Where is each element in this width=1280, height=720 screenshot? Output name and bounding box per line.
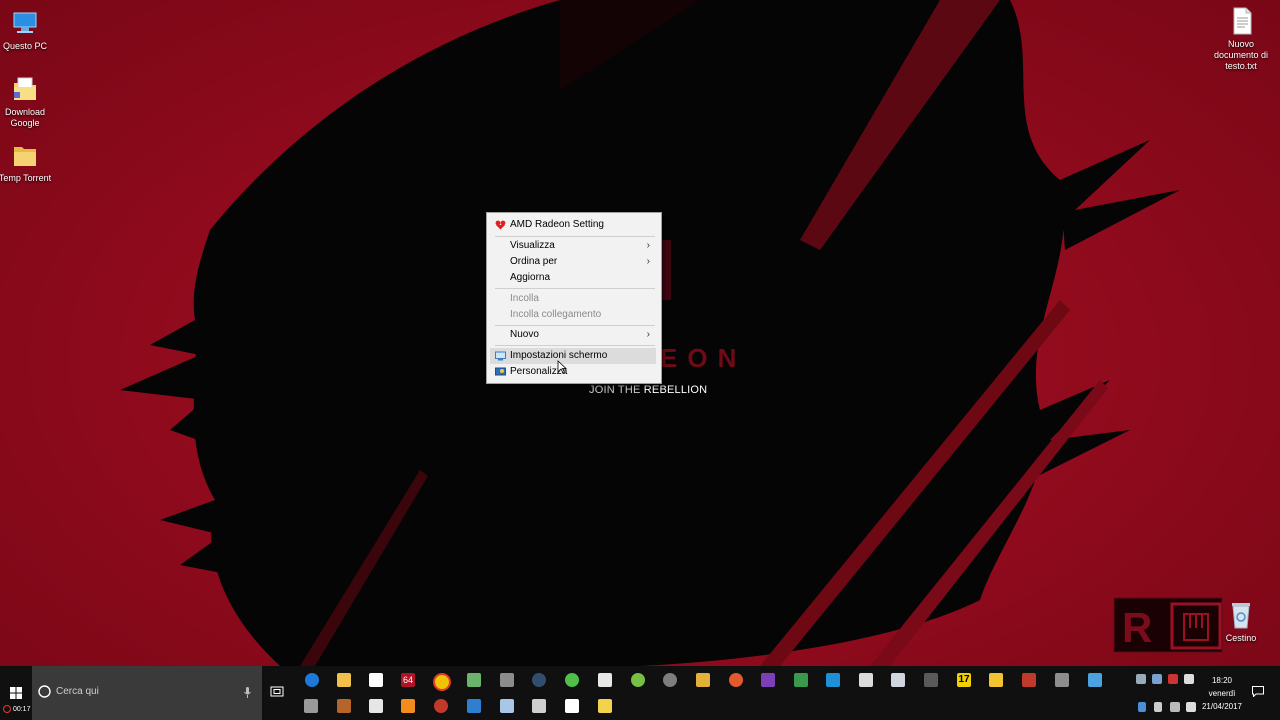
text-file-icon bbox=[1226, 6, 1256, 36]
app-icon[interactable] bbox=[761, 673, 775, 687]
tray-app-icon[interactable] bbox=[1136, 674, 1146, 684]
tray-app-icon[interactable] bbox=[1168, 674, 1178, 684]
app-icon[interactable] bbox=[337, 699, 351, 713]
action-center-icon[interactable] bbox=[1252, 686, 1264, 697]
personalize-icon bbox=[495, 367, 506, 377]
app-icon[interactable] bbox=[500, 673, 514, 687]
display-icon bbox=[495, 351, 506, 361]
desktop-icon-download-google[interactable]: Download Google bbox=[0, 74, 56, 129]
wallpaper-tagline-main: REBELLION bbox=[643, 384, 708, 396]
tray-app-icon[interactable] bbox=[1152, 674, 1162, 684]
aida64-icon[interactable]: 64 bbox=[401, 673, 415, 687]
menu-item-ordina-per[interactable]: Ordina per › bbox=[490, 254, 656, 270]
desktop-icon-label: Questo PC bbox=[2, 41, 48, 51]
wallpaper-brand-text: EON bbox=[660, 343, 747, 373]
app-icon[interactable] bbox=[467, 699, 481, 713]
task-view-icon[interactable] bbox=[270, 686, 284, 698]
app-icon[interactable] bbox=[826, 673, 840, 687]
start-button[interactable]: 00:17 bbox=[0, 666, 32, 720]
menu-item-incolla-collegamento: Incolla collegamento bbox=[510, 309, 602, 320]
app-icon[interactable] bbox=[1022, 673, 1036, 687]
app-icon[interactable]: 17 bbox=[957, 673, 971, 687]
desktop-icon-label: Nuovo documento di testo.txt bbox=[1213, 39, 1269, 71]
menu-item-incolla: Incolla bbox=[510, 293, 539, 304]
app-icon[interactable] bbox=[500, 699, 514, 713]
desktop-icon-recycle-bin[interactable]: Cestino bbox=[1210, 600, 1272, 644]
menu-item-impostazioni-schermo[interactable]: Impostazioni schermo bbox=[490, 348, 656, 364]
utorrent-icon[interactable] bbox=[631, 673, 645, 687]
menu-separator bbox=[495, 345, 655, 346]
microphone-icon[interactable] bbox=[244, 687, 251, 698]
app-icon[interactable] bbox=[989, 673, 1003, 687]
app-icon[interactable] bbox=[434, 699, 448, 713]
desktop-context-menu: AMD Radeon Setting Visualizza › Ordina p… bbox=[486, 212, 662, 384]
search-box[interactable]: Cerca qui bbox=[32, 666, 262, 720]
menu-separator bbox=[495, 325, 655, 326]
app-icon[interactable] bbox=[1055, 673, 1069, 687]
app-icon[interactable] bbox=[598, 699, 612, 713]
app-icon[interactable] bbox=[924, 673, 938, 687]
app-icon[interactable] bbox=[1088, 673, 1102, 687]
app-icon[interactable] bbox=[565, 673, 579, 687]
desktop-icon-label: Cestino bbox=[1225, 633, 1257, 643]
desktop-icon-label: Download Google bbox=[4, 107, 46, 128]
menu-separator bbox=[495, 288, 655, 289]
network-icon[interactable] bbox=[1170, 702, 1180, 712]
app-icon[interactable] bbox=[663, 673, 677, 687]
bluetooth-icon[interactable] bbox=[1138, 702, 1146, 712]
recording-timer: 00:17 bbox=[3, 705, 30, 713]
app-icon[interactable] bbox=[304, 699, 318, 713]
steam-icon[interactable] bbox=[532, 673, 546, 687]
chevron-right-icon: › bbox=[646, 240, 650, 251]
search-placeholder: Cerca qui bbox=[56, 686, 99, 697]
file-explorer-icon[interactable] bbox=[337, 673, 351, 687]
clock-time: 18:20 bbox=[1211, 676, 1233, 685]
folder-icon bbox=[10, 140, 40, 170]
usb-icon[interactable] bbox=[1154, 702, 1162, 712]
menu-separator bbox=[495, 236, 655, 237]
tray-app-icon[interactable] bbox=[1184, 674, 1194, 684]
desktop-icon-text-file[interactable]: Nuovo documento di testo.txt bbox=[1210, 6, 1272, 72]
volume-icon[interactable] bbox=[1186, 702, 1196, 712]
app-icon[interactable] bbox=[794, 673, 808, 687]
windows-logo-icon bbox=[10, 687, 22, 699]
menu-item-amd-radeon-setting[interactable]: AMD Radeon Setting bbox=[490, 217, 656, 233]
menu-item-visualizza[interactable]: Visualizza › bbox=[490, 238, 656, 254]
menu-item-aggiorna[interactable]: Aggiorna bbox=[490, 270, 656, 286]
amd-radeon-icon bbox=[495, 220, 506, 230]
taskbar: 00:17 Cerca qui 64 17 18:20 venerdì 21/0… bbox=[0, 666, 1280, 720]
cortana-icon bbox=[38, 685, 51, 698]
edge-icon[interactable] bbox=[305, 673, 319, 687]
folder-icon bbox=[10, 74, 40, 104]
system-clock[interactable]: 18:20 venerdì 21/04/2017 bbox=[1200, 674, 1244, 713]
chevron-right-icon: › bbox=[646, 329, 650, 340]
app-icon[interactable] bbox=[565, 699, 579, 713]
desktop-icon-temp-torrent[interactable]: Temp Torrent bbox=[0, 140, 56, 184]
store-icon[interactable] bbox=[369, 673, 383, 687]
app-icon[interactable] bbox=[467, 673, 481, 687]
clock-day: venerdì bbox=[1208, 689, 1236, 698]
menu-item-personalizza[interactable]: Personalizza bbox=[490, 364, 656, 380]
chrome-icon[interactable] bbox=[433, 673, 451, 691]
recycle-bin-icon bbox=[1226, 600, 1256, 630]
app-icon[interactable] bbox=[532, 699, 546, 713]
desktop-icon-this-pc[interactable]: Questo PC bbox=[0, 8, 56, 52]
mouse-cursor-icon bbox=[557, 360, 567, 374]
app-icon[interactable] bbox=[729, 673, 743, 687]
app-icon[interactable] bbox=[696, 673, 710, 687]
computer-icon bbox=[10, 8, 40, 38]
vlc-icon[interactable] bbox=[401, 699, 415, 713]
desktop-icon-label: Temp Torrent bbox=[0, 173, 52, 183]
app-icon[interactable] bbox=[369, 699, 383, 713]
app-icon[interactable] bbox=[891, 673, 905, 687]
chevron-right-icon: › bbox=[646, 256, 650, 267]
clock-date: 21/04/2017 bbox=[1201, 702, 1243, 711]
record-icon bbox=[3, 705, 11, 713]
app-icon[interactable] bbox=[859, 673, 873, 687]
wallpaper-tagline-prefix: JOIN THE bbox=[589, 384, 641, 396]
wallpaper-tagline: JOIN THE REBELLION bbox=[589, 384, 707, 396]
svg-text:R: R bbox=[1122, 604, 1152, 651]
menu-item-nuovo[interactable]: Nuovo › bbox=[490, 327, 656, 343]
app-icon[interactable] bbox=[598, 673, 612, 687]
